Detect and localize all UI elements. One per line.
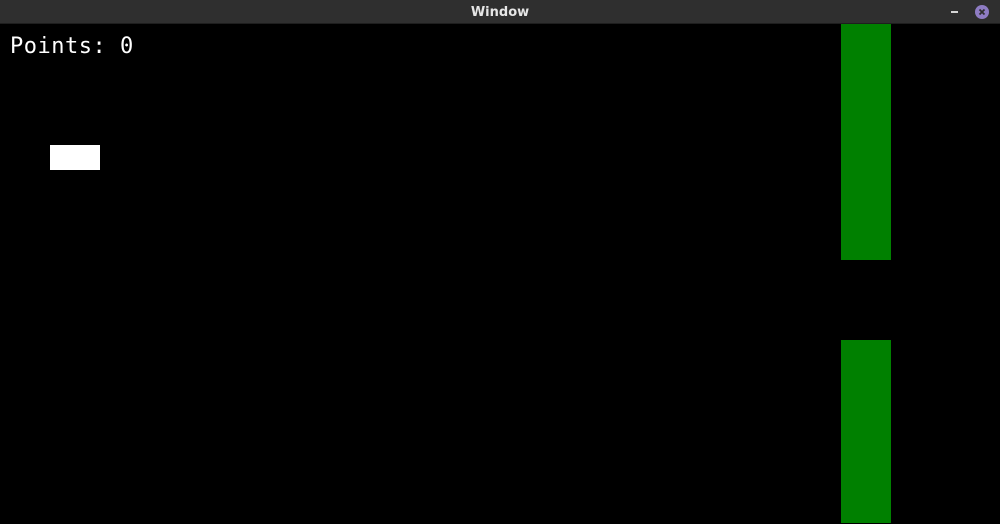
close-icon[interactable] (975, 5, 989, 19)
close-x-glyph (978, 8, 986, 16)
game-canvas[interactable]: Points: 0 (0, 24, 1000, 524)
score-label: Points: (10, 34, 107, 59)
pipe-top (841, 24, 891, 260)
title-bar[interactable]: Window (0, 0, 1000, 24)
player-block (50, 145, 100, 170)
minimize-icon[interactable] (948, 4, 962, 20)
window-title: Window (470, 5, 530, 20)
score-value: 0 (119, 34, 134, 59)
game-window: Window Points: 0 (0, 0, 1000, 524)
score-display: Points: 0 (10, 34, 134, 59)
pipe-bottom (841, 340, 891, 523)
